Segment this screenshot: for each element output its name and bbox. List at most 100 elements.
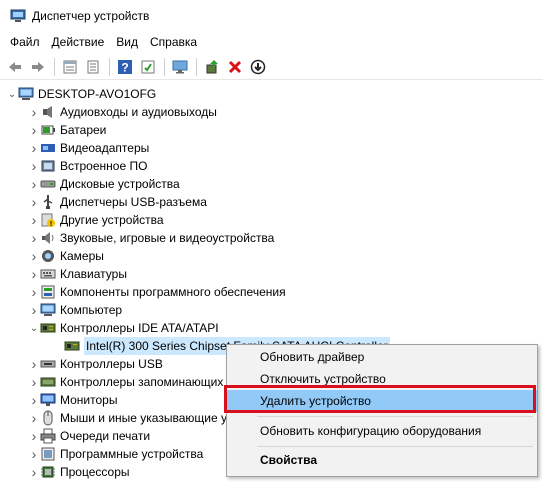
chevron-right-icon[interactable]: › [28, 121, 40, 139]
tree-item-label: Контроллеры USB [60, 357, 163, 371]
tree-category-item[interactable]: › Камеры [28, 247, 104, 265]
monitor-icon [40, 392, 56, 408]
tree-category-item[interactable]: › Аудиовходы и аудиовыходы [28, 103, 217, 121]
update-driver-icon[interactable] [201, 56, 223, 78]
chevron-right-icon[interactable]: › [28, 409, 40, 427]
menu-action[interactable]: Действие [46, 32, 111, 52]
computer-icon [40, 302, 56, 318]
firmware-icon [40, 158, 56, 174]
monitor-icon[interactable] [169, 56, 191, 78]
toolbar-separator [196, 57, 197, 76]
cpu-icon [40, 464, 56, 480]
tree-item-label: Компоненты программного обеспечения [60, 285, 286, 299]
chevron-right-icon[interactable]: › [28, 355, 40, 373]
title-bar: Диспетчер устройств [0, 0, 543, 32]
properties-icon[interactable] [59, 56, 81, 78]
chevron-right-icon[interactable]: › [28, 301, 40, 319]
tree-item-label: Программные устройства [60, 447, 204, 461]
menu-separator [257, 446, 533, 447]
tree-category-item[interactable]: › Встроенное ПО [28, 157, 148, 175]
tree-category-item[interactable]: › Мониторы [28, 391, 118, 409]
tree-item-label: Процессоры [60, 465, 130, 479]
display-adapter-icon [40, 140, 56, 156]
chevron-right-icon[interactable]: › [28, 211, 40, 229]
tree-root-label: DESKTOP-AVO1OFG [38, 87, 157, 101]
mouse-icon [40, 410, 56, 426]
usb-connector-icon [40, 194, 56, 210]
chevron-right-icon[interactable]: › [28, 247, 40, 265]
software-device-icon [40, 446, 56, 462]
help-icon[interactable]: ? [114, 56, 136, 78]
tree-category-item[interactable]: › Видеоадаптеры [28, 139, 150, 157]
tree-category-item[interactable]: › Процессоры [28, 463, 130, 481]
chevron-down-icon[interactable]: ⌄ [28, 319, 40, 337]
battery-icon [40, 122, 56, 138]
tree-category-item[interactable]: › Диспетчеры USB-разъема [28, 193, 207, 211]
back-icon[interactable] [4, 56, 26, 78]
tree-item-label: Дисковые устройства [60, 177, 180, 191]
menu-update-driver[interactable]: Обновить драйвер [227, 346, 537, 368]
chevron-right-icon[interactable]: › [28, 427, 40, 445]
chevron-right-icon[interactable]: › [28, 157, 40, 175]
chevron-right-icon[interactable]: › [28, 391, 40, 409]
download-icon[interactable] [247, 56, 269, 78]
refresh-icon[interactable] [137, 56, 159, 78]
audio-icon [40, 104, 56, 120]
unknown-device-icon: ! [40, 212, 56, 228]
chevron-right-icon[interactable]: › [28, 175, 40, 193]
tree-root[interactable]: ⌄ DESKTOP-AVO1OFG [6, 85, 156, 103]
chevron-right-icon[interactable]: › [28, 445, 40, 463]
chevron-right-icon[interactable]: › [28, 193, 40, 211]
tree-category-item[interactable]: ›! Другие устройства [28, 211, 164, 229]
chevron-right-icon[interactable]: › [28, 229, 40, 247]
tree-item-label: Компьютер [60, 303, 123, 317]
uninstall-icon[interactable] [224, 56, 246, 78]
menu-disable-device[interactable]: Отключить устройство [227, 368, 537, 390]
menu-uninstall-device[interactable]: Удалить устройство [227, 390, 537, 412]
tree-category-item[interactable]: › Очереди печати [28, 427, 150, 445]
tree-category-item[interactable]: › Компоненты программного обеспечения [28, 283, 286, 301]
tree-category-item[interactable]: › Контроллеры USB [28, 355, 163, 373]
tree-category-item[interactable]: › Клавиатуры [28, 265, 127, 283]
menu-scan-hardware[interactable]: Обновить конфигурацию оборудования [227, 420, 537, 442]
tree-item-label: Видеоадаптеры [60, 141, 150, 155]
tree-category-item[interactable]: › Звуковые, игровые и видеоустройства [28, 229, 275, 247]
chevron-right-icon[interactable]: › [28, 373, 40, 391]
tree-item-label: Камеры [60, 249, 104, 263]
svg-text:?: ? [121, 60, 128, 74]
tree-category-item[interactable]: ⌄ Контроллеры IDE ATA/ATAPI [28, 319, 219, 337]
view-icon[interactable] [82, 56, 104, 78]
tree-item-label: Мониторы [60, 393, 118, 407]
tree-category-item[interactable]: › Программные устройства [28, 445, 204, 463]
menu-view[interactable]: Вид [110, 32, 144, 52]
chevron-right-icon[interactable]: › [28, 265, 40, 283]
menu-properties[interactable]: Свойства [227, 449, 537, 471]
ide-controller-icon [40, 320, 56, 336]
chevron-right-icon[interactable]: › [28, 103, 40, 121]
window-title: Диспетчер устройств [32, 9, 150, 23]
computer-icon [18, 86, 34, 102]
camera-icon [40, 248, 56, 264]
storage-controller-icon [40, 374, 56, 390]
tree-item-label: Очереди печати [60, 429, 151, 443]
forward-icon[interactable] [27, 56, 49, 78]
chevron-right-icon[interactable]: › [28, 463, 40, 481]
usb-icon [40, 356, 56, 372]
tree-category-item[interactable]: › Батареи [28, 121, 107, 139]
tree-item-label: Звуковые, игровые и видеоустройства [60, 231, 275, 245]
svg-text:!: ! [50, 221, 52, 228]
toolbar-separator [164, 57, 165, 76]
chevron-right-icon[interactable]: › [28, 283, 40, 301]
tree-item-label: Другие устройства [60, 213, 164, 227]
software-component-icon [40, 284, 56, 300]
tree-category-item[interactable]: › Дисковые устройства [28, 175, 180, 193]
tree-item-label: Контроллеры IDE ATA/ATAPI [60, 321, 219, 335]
tree-category-item[interactable]: › Компьютер [28, 301, 122, 319]
menu-file[interactable]: Файл [4, 32, 46, 52]
chevron-right-icon[interactable]: › [28, 139, 40, 157]
menu-help[interactable]: Справка [144, 32, 203, 52]
chevron-down-icon[interactable]: ⌄ [6, 85, 18, 103]
toolbar-separator [109, 57, 110, 76]
tree-item-label: Аудиовходы и аудиовыходы [60, 105, 217, 119]
toolbar: ? [0, 54, 543, 80]
